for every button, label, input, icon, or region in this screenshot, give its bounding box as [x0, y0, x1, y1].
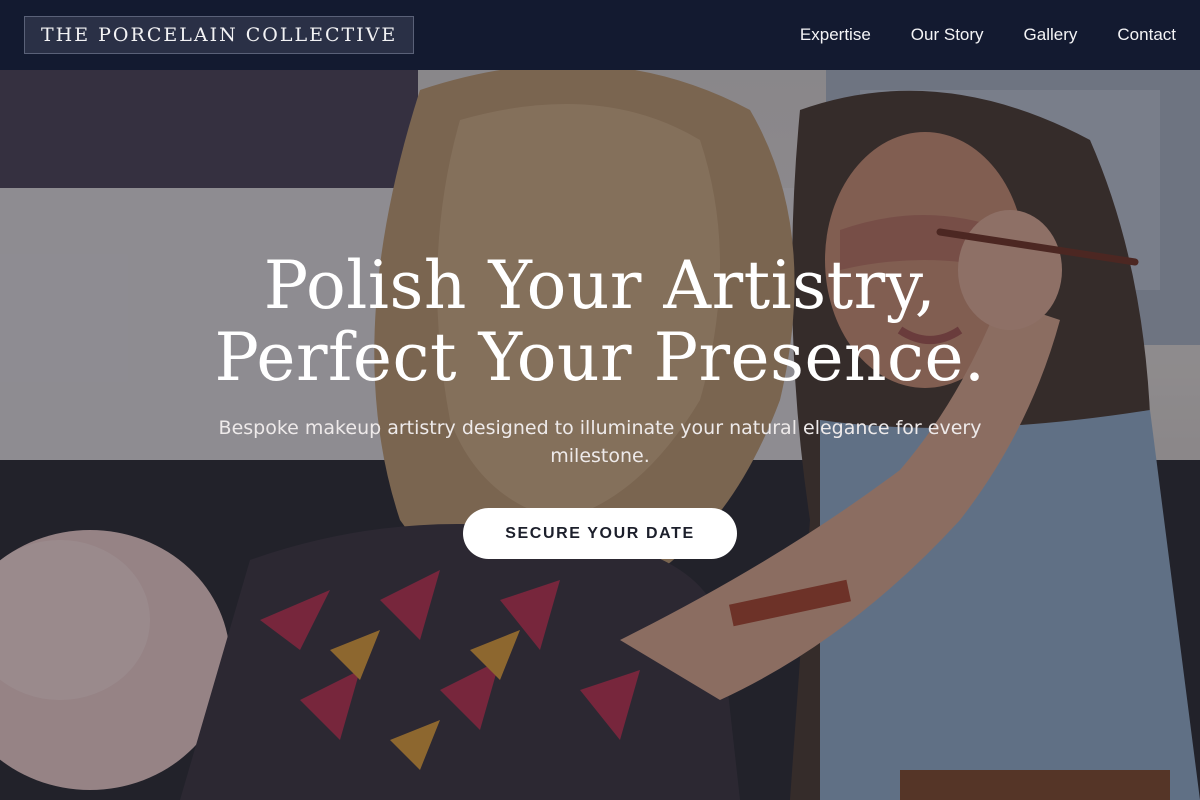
- hero-subtitle: Bespoke makeup artistry designed to illu…: [218, 417, 982, 467]
- landing-page: THE PORCELAIN COLLECTIVE Expertise Our S…: [0, 0, 1200, 800]
- hero-title: Polish Your Artistry, Perfect Your Prese…: [0, 250, 1200, 394]
- nav-link-contact[interactable]: Contact: [1117, 25, 1176, 45]
- hero-title-line-2: Perfect Your Presence.: [214, 319, 986, 396]
- hero-title-line-1: Polish Your Artistry,: [263, 247, 937, 324]
- brand-logo[interactable]: THE PORCELAIN COLLECTIVE: [24, 16, 415, 54]
- secure-your-date-button[interactable]: SECURE YOUR DATE: [463, 508, 737, 559]
- nav-link-our-story[interactable]: Our Story: [911, 25, 984, 45]
- brand-name: THE PORCELAIN COLLECTIVE: [41, 24, 398, 46]
- nav-link-expertise[interactable]: Expertise: [800, 25, 871, 45]
- nav-link-gallery[interactable]: Gallery: [1024, 25, 1078, 45]
- site-header: THE PORCELAIN COLLECTIVE Expertise Our S…: [0, 0, 1200, 70]
- hero-section: Polish Your Artistry, Perfect Your Prese…: [0, 250, 1200, 559]
- main-nav: Expertise Our Story Gallery Contact: [800, 25, 1176, 45]
